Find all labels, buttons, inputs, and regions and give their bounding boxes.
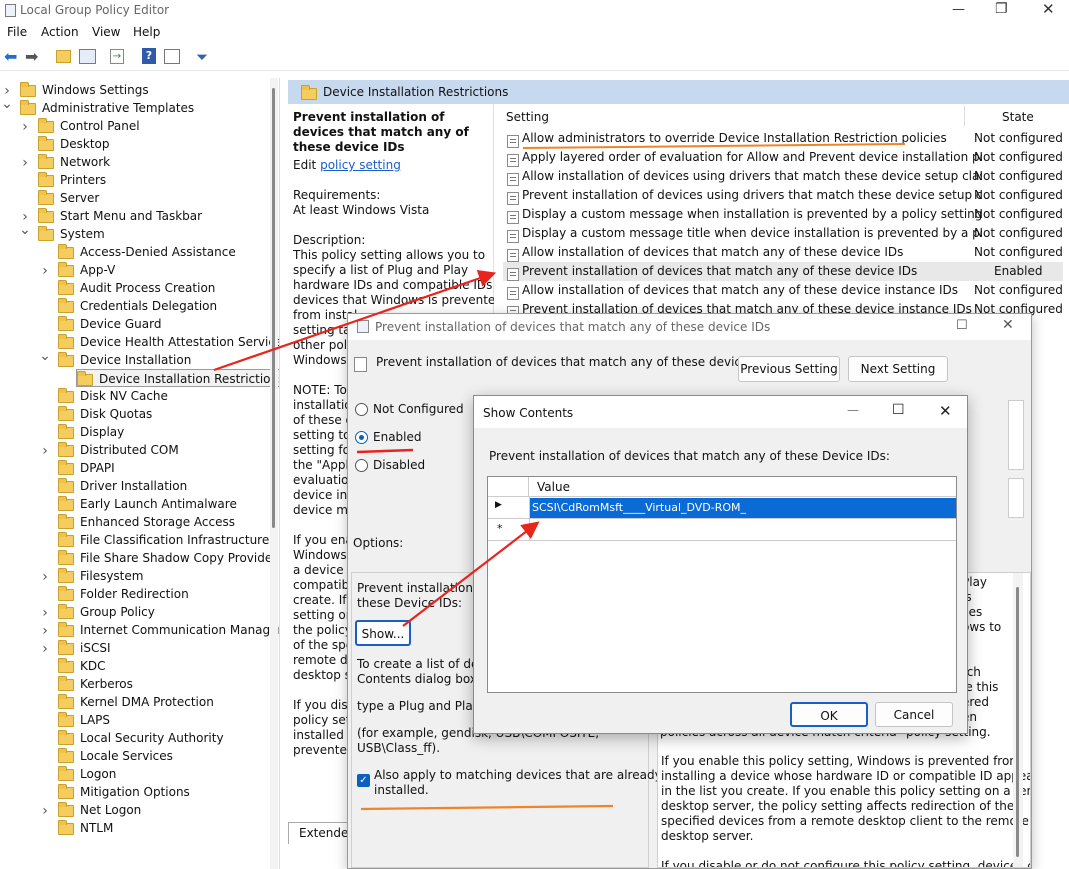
arrow-to-policy xyxy=(213,269,497,372)
underline-checkbox xyxy=(360,804,614,811)
annotation-overlay xyxy=(213,143,906,811)
underline-override xyxy=(522,143,906,149)
arrow-to-value xyxy=(402,521,540,627)
underline-enabled xyxy=(356,448,414,454)
